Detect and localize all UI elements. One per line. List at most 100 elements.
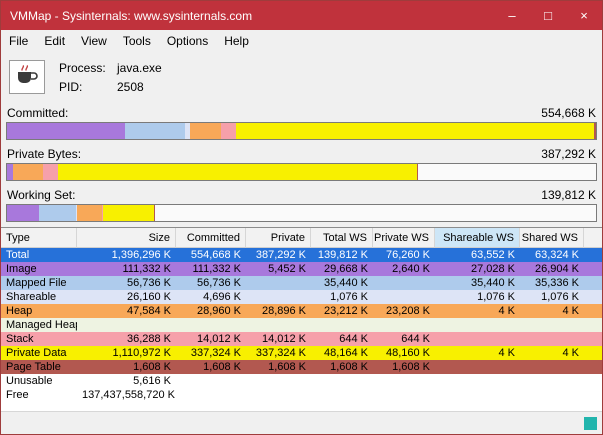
cell-size: 56,736 K bbox=[77, 276, 176, 290]
cell-shareable-ws bbox=[435, 388, 520, 402]
menu-edit[interactable]: Edit bbox=[36, 32, 73, 50]
mapped-file-segment bbox=[39, 205, 77, 221]
menu-options[interactable]: Options bbox=[159, 32, 216, 50]
private-data-segment bbox=[103, 205, 154, 221]
bar-track-committed bbox=[6, 122, 597, 140]
memory-type-table: TypeSizeCommittedPrivateTotal WSPrivate … bbox=[1, 227, 602, 411]
cell-size: 1,396,296 K bbox=[77, 248, 176, 262]
cell-committed: 14,012 K bbox=[176, 332, 246, 346]
cell-type: Managed Heap bbox=[1, 318, 77, 332]
maximize-button[interactable]: □ bbox=[530, 1, 566, 30]
column-header-private[interactable]: Private bbox=[246, 228, 311, 248]
table-row-stack[interactable]: Stack36,288 K14,012 K14,012 K644 K644 K bbox=[1, 332, 602, 346]
cell-committed: 56,736 K bbox=[176, 276, 246, 290]
cell-size: 1,110,972 K bbox=[77, 346, 176, 360]
cell-shareable-ws: 1,076 K bbox=[435, 290, 520, 304]
column-header-private-ws[interactable]: Private WS bbox=[373, 228, 435, 248]
cell-shared-ws bbox=[520, 318, 584, 332]
cell-size: 5,616 K bbox=[77, 374, 176, 388]
process-label: Process: bbox=[59, 61, 117, 75]
table-row-image[interactable]: Image111,332 K111,332 K5,452 K29,668 K2,… bbox=[1, 262, 602, 276]
cell-total-ws bbox=[311, 318, 373, 332]
page-table-segment bbox=[417, 164, 419, 180]
process-info: Process: java.exe PID: 2508 bbox=[59, 61, 162, 94]
heap-segment bbox=[190, 123, 221, 139]
table-row-mapped-file[interactable]: Mapped File56,736 K56,736 K35,440 K35,44… bbox=[1, 276, 602, 290]
cell-committed: 337,324 K bbox=[176, 346, 246, 360]
table-row-unusable[interactable]: Unusable5,616 K bbox=[1, 374, 602, 388]
column-header-shared-ws[interactable]: Shared WS bbox=[520, 228, 584, 248]
cell-committed bbox=[176, 388, 246, 402]
table-row-total[interactable]: Total1,396,296 K554,668 K387,292 K139,81… bbox=[1, 248, 602, 262]
table-header-row: TypeSizeCommittedPrivateTotal WSPrivate … bbox=[1, 228, 602, 248]
window-title: VMMap - Sysinternals: www.sysinternals.c… bbox=[1, 9, 494, 23]
cell-shareable-ws bbox=[435, 360, 520, 374]
page-table-segment bbox=[154, 205, 156, 221]
cell-total-ws: 139,812 K bbox=[311, 248, 373, 262]
bar-track-private-bytes bbox=[6, 163, 597, 181]
column-header-size[interactable]: Size bbox=[77, 228, 176, 248]
process-icon-box bbox=[9, 60, 45, 94]
table-row-managed-heap[interactable]: Managed Heap bbox=[1, 318, 602, 332]
cell-type: Mapped File bbox=[1, 276, 77, 290]
resize-grip[interactable] bbox=[584, 417, 597, 430]
cell-type: Stack bbox=[1, 332, 77, 346]
cell-private bbox=[246, 374, 311, 388]
cell-shared-ws: 26,904 K bbox=[520, 262, 584, 276]
cell-shareable-ws: 27,028 K bbox=[435, 262, 520, 276]
cell-private-ws bbox=[373, 374, 435, 388]
column-header-shareable-ws[interactable]: Shareable WS bbox=[435, 228, 520, 248]
table-row-free[interactable]: Free137,437,558,720 K bbox=[1, 388, 602, 402]
cell-shared-ws bbox=[520, 374, 584, 388]
cell-shareable-ws bbox=[435, 318, 520, 332]
cell-private-ws: 2,640 K bbox=[373, 262, 435, 276]
cell-type: Free bbox=[1, 388, 77, 402]
menu-help[interactable]: Help bbox=[216, 32, 257, 50]
column-header-committed[interactable]: Committed bbox=[176, 228, 246, 248]
cell-total-ws: 1,608 K bbox=[311, 360, 373, 374]
cell-shareable-ws: 63,552 K bbox=[435, 248, 520, 262]
column-header-type[interactable]: Type bbox=[1, 228, 77, 248]
bar-value-committed: 554,668 K bbox=[541, 106, 596, 120]
cell-private bbox=[246, 388, 311, 402]
cell-private bbox=[246, 290, 311, 304]
cell-shareable-ws bbox=[435, 374, 520, 388]
menu-view[interactable]: View bbox=[73, 32, 115, 50]
cell-total-ws: 35,440 K bbox=[311, 276, 373, 290]
cell-total-ws bbox=[311, 374, 373, 388]
cell-shareable-ws: 35,440 K bbox=[435, 276, 520, 290]
cell-total-ws: 29,668 K bbox=[311, 262, 373, 276]
close-button[interactable]: × bbox=[566, 1, 602, 30]
title-bar[interactable]: VMMap - Sysinternals: www.sysinternals.c… bbox=[1, 1, 602, 30]
cell-shared-ws bbox=[520, 332, 584, 346]
java-coffee-icon bbox=[14, 62, 40, 93]
cell-size: 36,288 K bbox=[77, 332, 176, 346]
cell-private: 14,012 K bbox=[246, 332, 311, 346]
cell-committed: 111,332 K bbox=[176, 262, 246, 276]
column-header-total-ws[interactable]: Total WS bbox=[311, 228, 373, 248]
page-table-segment bbox=[594, 123, 596, 139]
table-row-page-table[interactable]: Page Table1,608 K1,608 K1,608 K1,608 K1,… bbox=[1, 360, 602, 374]
cell-type: Page Table bbox=[1, 360, 77, 374]
vmmap-window: VMMap - Sysinternals: www.sysinternals.c… bbox=[0, 0, 603, 435]
menu-tools[interactable]: Tools bbox=[115, 32, 159, 50]
cell-type: Heap bbox=[1, 304, 77, 318]
menu-file[interactable]: File bbox=[1, 32, 36, 50]
cell-shared-ws: 4 K bbox=[520, 304, 584, 318]
table-row-private-data[interactable]: Private Data1,110,972 K337,324 K337,324 … bbox=[1, 346, 602, 360]
minimize-button[interactable]: – bbox=[494, 1, 530, 30]
table-body: Total1,396,296 K554,668 K387,292 K139,81… bbox=[1, 248, 602, 402]
summary-bars: Committed:554,668 KPrivate Bytes:387,292… bbox=[1, 102, 602, 227]
mapped-file-segment bbox=[125, 123, 185, 139]
heap-segment bbox=[13, 164, 44, 180]
bar-value-working-set: 139,812 K bbox=[541, 188, 596, 202]
cell-private-ws: 23,208 K bbox=[373, 304, 435, 318]
process-name: java.exe bbox=[117, 61, 162, 75]
cell-shared-ws: 35,336 K bbox=[520, 276, 584, 290]
cell-type: Image bbox=[1, 262, 77, 276]
status-bar bbox=[1, 411, 602, 434]
table-row-shareable[interactable]: Shareable26,160 K4,696 K1,076 K1,076 K1,… bbox=[1, 290, 602, 304]
table-row-heap[interactable]: Heap47,584 K28,960 K28,896 K23,212 K23,2… bbox=[1, 304, 602, 318]
cell-private-ws: 1,608 K bbox=[373, 360, 435, 374]
cell-shared-ws: 1,076 K bbox=[520, 290, 584, 304]
